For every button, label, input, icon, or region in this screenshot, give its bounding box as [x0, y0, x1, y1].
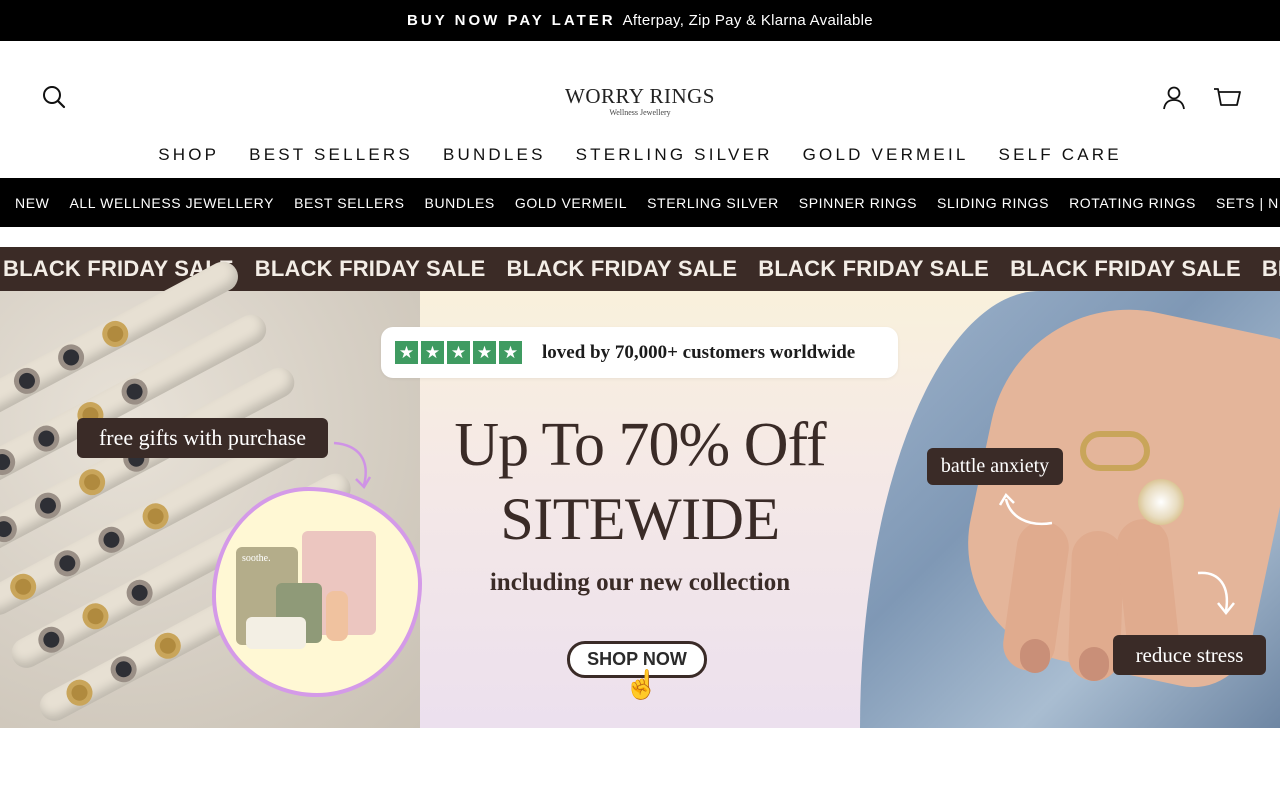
category-gold-vermeil[interactable]: GOLD VERMEIL	[515, 195, 627, 211]
nav-best-sellers[interactable]: BEST SELLERS	[234, 141, 428, 169]
star-icon: ★	[421, 341, 444, 364]
rating-stars: ★ ★ ★ ★ ★	[395, 341, 522, 364]
sale-strip-text: BLACK FRIDAY SALE	[506, 256, 738, 281]
nav-sterling-silver[interactable]: STERLING SILVER	[561, 141, 788, 169]
sale-strip-text: BLACK FRIDAY SALE	[1010, 256, 1241, 281]
site-header: WORRY RINGS Wellness Jewellery SHOP BEST…	[0, 41, 1280, 178]
search-icon	[43, 86, 66, 109]
curved-arrow-icon	[333, 441, 372, 490]
trust-text: loved by 70,000+ customers worldwide	[542, 341, 856, 363]
headline-line-2: SITEWIDE	[500, 486, 780, 552]
hero-banner[interactable]: BLACK FRIDAY SALE BLACK FRIDAY SALE BLAC…	[0, 247, 1280, 728]
category-spinner-rings[interactable]: SPINNER RINGS	[799, 195, 917, 211]
category-sterling-silver[interactable]: STERLING SILVER	[647, 195, 779, 211]
curved-arrow-icon	[998, 492, 1053, 526]
category-bundles[interactable]: BUNDLES	[425, 195, 495, 211]
nav-self-care[interactable]: SELF CARE	[984, 141, 1137, 169]
headline-line-1: Up To 70% Off	[454, 411, 826, 479]
announcement-text: Afterpay, Zip Pay & Klarna Available	[622, 12, 873, 29]
logo-title: WORRY RINGS	[565, 84, 715, 108]
category-navigation: NEW ALL WELLNESS JEWELLERY BEST SELLERS …	[0, 178, 1280, 227]
hero-headline: Up To 70% Off SITEWIDE including our new…	[420, 407, 860, 597]
cart-icon	[1214, 88, 1241, 106]
gift-box-label: soothe.	[242, 553, 271, 564]
category-new[interactable]: NEW	[15, 195, 49, 211]
sale-strip-text: BLACK FRIDAY SALE	[1261, 256, 1280, 281]
category-all-wellness-jewellery[interactable]: ALL WELLNESS JEWELLERY	[69, 195, 274, 211]
nav-shop[interactable]: SHOP	[143, 141, 234, 169]
hero-subline: including our new collection	[489, 569, 791, 596]
category-sliding-rings[interactable]: SLIDING RINGS	[937, 195, 1049, 211]
search-button[interactable]	[36, 81, 72, 113]
announcement-bold: BUY NOW PAY LATER	[407, 12, 616, 29]
nav-gold-vermeil[interactable]: GOLD VERMEIL	[788, 141, 984, 169]
curved-arrow-icon	[1197, 571, 1235, 616]
reduce-stress-badge: reduce stress	[1113, 635, 1266, 675]
account-button[interactable]	[1156, 81, 1192, 115]
star-icon: ★	[473, 341, 496, 364]
free-gifts-badge: free gifts with purchase	[77, 418, 328, 458]
cart-button[interactable]	[1208, 81, 1246, 115]
main-navigation: SHOP BEST SELLERS BUNDLES STERLING SILVE…	[0, 141, 1280, 169]
nav-bundles[interactable]: BUNDLES	[428, 141, 561, 169]
sale-strip-text: BLACK FRIDAY SALE	[254, 256, 486, 281]
star-icon: ★	[447, 341, 470, 364]
account-icon	[1163, 86, 1185, 110]
battle-anxiety-badge: battle anxiety	[927, 448, 1063, 485]
trust-badge: ★ ★ ★ ★ ★ loved by 70,000+ customers wor…	[381, 327, 898, 378]
category-best-sellers[interactable]: BEST SELLERS	[294, 195, 404, 211]
pointer-hand-icon: ☝	[624, 669, 659, 700]
star-icon: ★	[499, 341, 522, 364]
announcement-bar: BUY NOW PAY LATER Afterpay, Zip Pay & Kl…	[0, 0, 1280, 41]
logo-subtitle: Wellness Jewellery	[609, 108, 671, 117]
star-icon: ★	[395, 341, 418, 364]
category-rotating-rings[interactable]: ROTATING RINGS	[1069, 195, 1196, 211]
category-sets-necklaces[interactable]: SETS | NECKLACES |	[1216, 195, 1280, 211]
sale-strip-text: BLACK FRIDAY SALE	[758, 256, 990, 281]
site-logo[interactable]: WORRY RINGS Wellness Jewellery	[540, 83, 740, 123]
